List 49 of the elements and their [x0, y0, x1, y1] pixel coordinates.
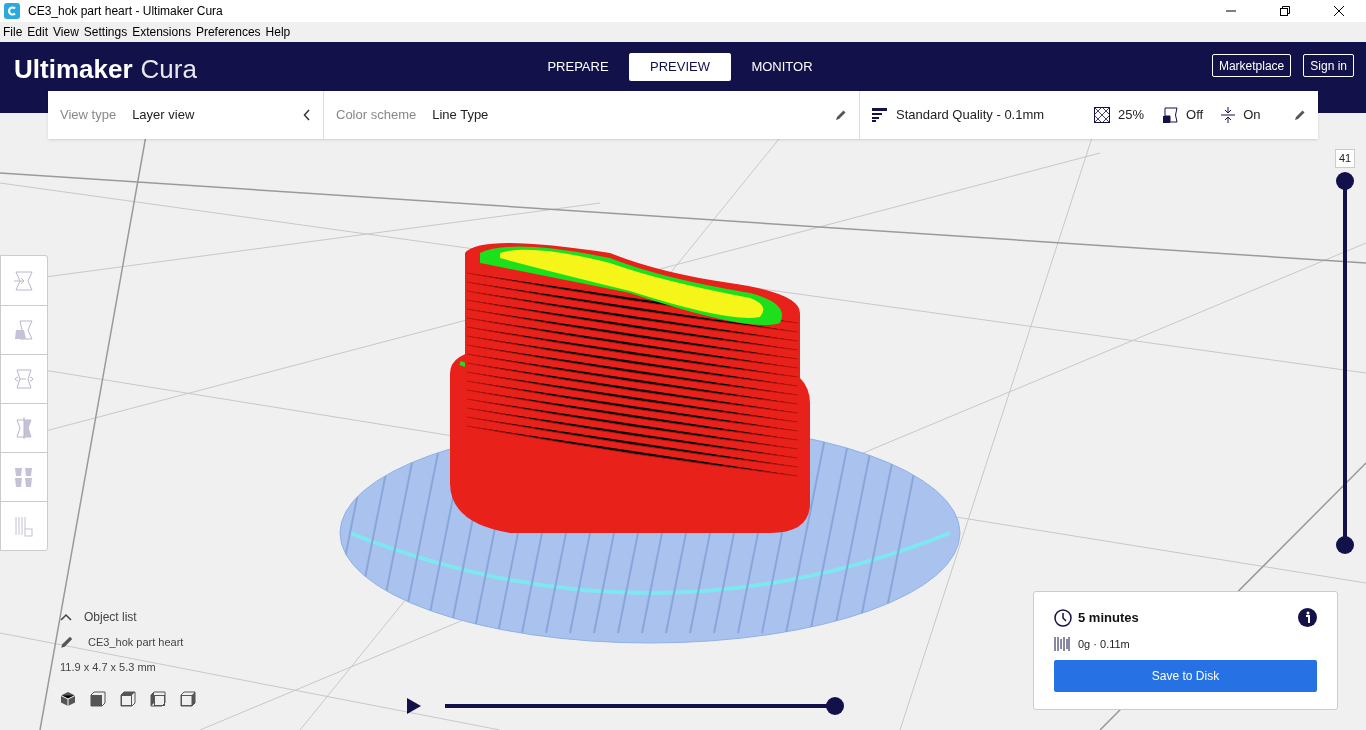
- stage-tab[interactable]: PREVIEW: [629, 53, 731, 81]
- rotate-tool-icon: [12, 368, 36, 390]
- camera-view-button[interactable]: [150, 691, 166, 707]
- object-name: CE3_hok part heart: [88, 635, 184, 650]
- pencil-icon[interactable]: [60, 635, 74, 650]
- camera-view-button[interactable]: [90, 691, 106, 707]
- support-blocker-tool-icon: [12, 515, 36, 537]
- window-title: CE3_hok part heart - Ultimaker Cura: [28, 3, 224, 20]
- menu-item[interactable]: File: [3, 23, 23, 41]
- camera-view-button[interactable]: [120, 691, 136, 707]
- adhesion-icon: [1221, 107, 1236, 123]
- save-to-disk-button[interactable]: Save to Disk: [1054, 660, 1317, 692]
- stage-tab[interactable]: PREPARE: [527, 53, 629, 81]
- camera-view-button[interactable]: [180, 691, 196, 707]
- layer-slider[interactable]: [1336, 171, 1354, 554]
- move-tool-icon: [12, 269, 36, 292]
- slider-handle[interactable]: [1336, 171, 1354, 190]
- chevron-icon[interactable]: [303, 109, 311, 121]
- app-icon: [4, 3, 20, 19]
- filament-icon: [1054, 635, 1070, 652]
- header-button[interactable]: Marketplace: [1211, 54, 1292, 77]
- menu-item[interactable]: Extensions: [132, 23, 191, 41]
- scale-tool-icon: [12, 319, 36, 341]
- pencil-icon[interactable]: [835, 109, 847, 121]
- header-button[interactable]: Sign in: [1303, 54, 1354, 77]
- print-time: 5 minutes: [1078, 609, 1140, 627]
- infill-icon: [1094, 107, 1110, 123]
- logo-text: Cura: [140, 53, 197, 86]
- menu-item[interactable]: View: [53, 23, 79, 41]
- chevron-up-icon[interactable]: [60, 613, 72, 621]
- menu-item[interactable]: Settings: [83, 23, 128, 41]
- object-list-toggle[interactable]: Object list: [84, 608, 137, 626]
- clock-icon: [1054, 608, 1072, 627]
- quality-icon: [872, 108, 888, 122]
- menu-item[interactable]: Help: [265, 23, 291, 41]
- camera-view-button[interactable]: [60, 691, 76, 707]
- menu-item[interactable]: Edit: [27, 23, 49, 41]
- menu-item[interactable]: Preferences: [195, 23, 261, 41]
- pencil-icon[interactable]: [1294, 109, 1306, 121]
- info-icon[interactable]: [1298, 608, 1317, 628]
- material-usage: 0g · 0.11m: [1078, 636, 1130, 652]
- slider-handle[interactable]: [1336, 535, 1354, 554]
- layer-number: 41: [1334, 149, 1356, 168]
- object-dimensions: 11.9 x 4.7 x 5.3 mm: [60, 659, 157, 675]
- slider-handle[interactable]: [826, 697, 844, 715]
- logo-text: Ultimaker: [14, 53, 133, 86]
- stage-tab[interactable]: MONITOR: [731, 53, 833, 81]
- support-icon: [1162, 107, 1179, 123]
- play-icon[interactable]: [406, 697, 422, 715]
